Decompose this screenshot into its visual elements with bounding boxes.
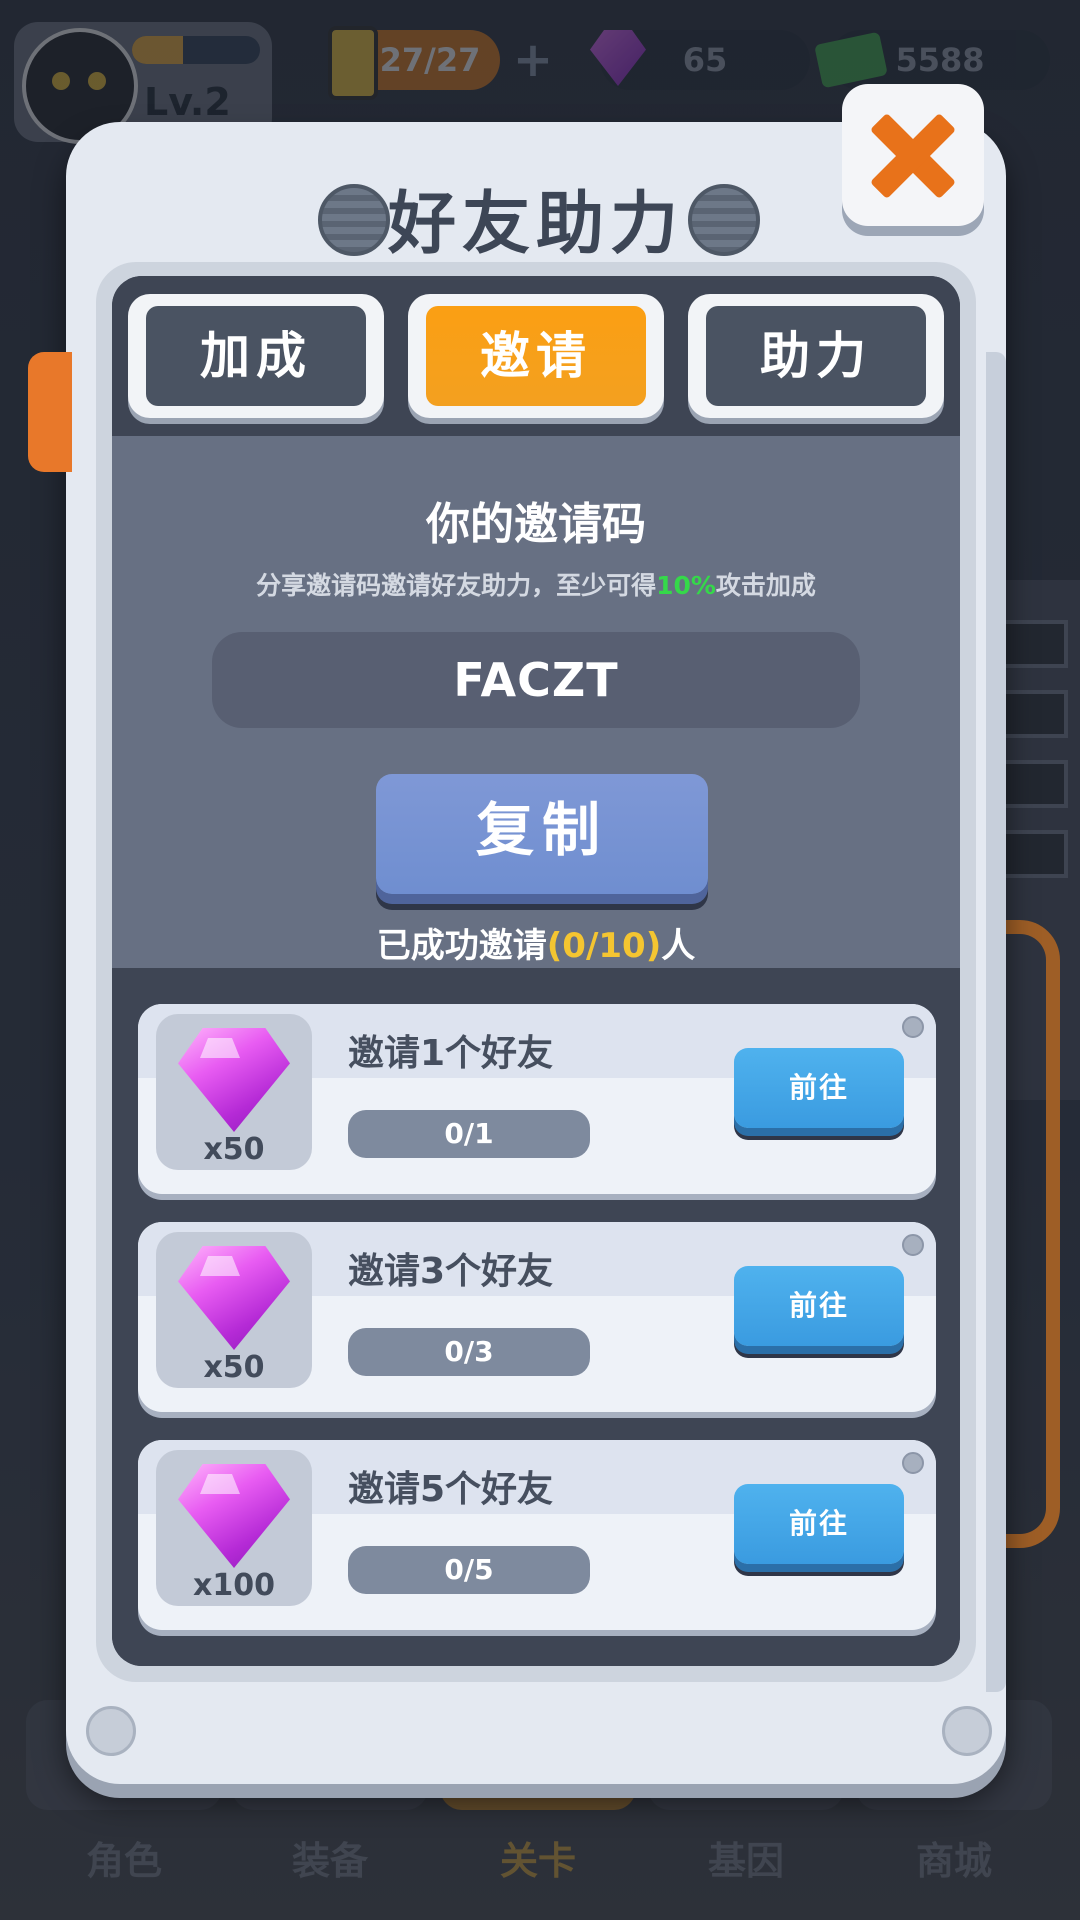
task-list: x50 邀请1个好友 0/1 前往 x50 邀请3个好友 0/3 前往 x100… [112,968,960,1666]
invite-section: 你的邀请码 分享邀请码邀请好友助力，至少可得10%攻击加成 FACZT 复制 已… [112,436,960,968]
reward-box: x50 [156,1014,312,1170]
card-dot [902,1234,924,1256]
task-progress-bar: 0/1 [348,1110,590,1158]
tab-invite[interactable]: 邀请 [408,294,664,418]
list-item: x50 邀请3个好友 0/3 前往 [138,1222,936,1412]
card-dot [902,1016,924,1038]
task-name: 邀请3个好友 [348,1251,554,1292]
invite-desc-suffix: 攻击加成 [715,571,816,600]
reward-box: x50 [156,1232,312,1388]
list-item: x100 邀请5个好友 0/5 前往 [138,1440,936,1630]
tab-assist[interactable]: 助力 [688,294,944,418]
invite-success-count: 已成功邀请(0/10)人 [112,918,960,967]
reward-amount: x100 [193,1568,275,1603]
dialog-panel-inner: 加成 邀请 助力 你的邀请码 分享邀请码邀请好友助力，至少可得10%攻击加成 F… [112,276,960,1666]
dialog-panel: 加成 邀请 助力 你的邀请码 分享邀请码邀请好友助力，至少可得10%攻击加成 F… [96,262,976,1682]
success-prefix: 已成功邀请 [376,926,547,966]
task-name: 邀请1个好友 [348,1033,554,1074]
invite-description: 分享邀请码邀请好友助力，至少可得10%攻击加成 [112,566,960,602]
copy-button[interactable]: 复制 [376,774,708,894]
reward-amount: x50 [203,1132,265,1167]
task-name: 邀请5个好友 [348,1469,554,1510]
go-button[interactable]: 前往 [734,1484,904,1564]
tab-invite-label: 邀请 [426,306,646,406]
dialog-rail [986,352,1006,1692]
list-item: x50 邀请1个好友 0/1 前往 [138,1004,936,1194]
go-button[interactable]: 前往 [734,1266,904,1346]
task-progress-bar: 0/5 [348,1546,590,1594]
invite-code-field[interactable]: FACZT [212,632,860,728]
task-progress-text: 0/3 [444,1335,494,1368]
tab-bonus-label: 加成 [146,306,366,406]
close-icon [842,84,984,226]
bolt-icon [942,1706,992,1756]
bolt-icon [688,184,760,256]
friend-assist-dialog: 好友助力 加成 邀请 助力 你的邀请码 分享邀请码邀请好友助力，至少可得10%攻… [28,122,1006,1784]
reward-box: x100 [156,1450,312,1606]
close-button[interactable] [842,84,984,226]
task-progress-text: 0/5 [444,1553,494,1586]
tab-assist-label: 助力 [706,306,926,406]
tab-bar: 加成 邀请 助力 [112,276,960,436]
reward-amount: x50 [203,1350,265,1385]
invite-desc-highlight: 10% [656,571,716,600]
success-count: (0/10) [546,926,662,966]
bolt-icon [86,1706,136,1756]
task-progress-text: 0/1 [444,1117,494,1150]
task-progress-bar: 0/3 [348,1328,590,1376]
success-suffix: 人 [661,926,696,966]
dialog-side-tab [28,352,72,472]
invite-code-heading: 你的邀请码 [426,499,646,550]
go-button[interactable]: 前往 [734,1048,904,1128]
card-dot [902,1452,924,1474]
tab-bonus[interactable]: 加成 [128,294,384,418]
invite-desc-prefix: 分享邀请码邀请好友助力，至少可得 [256,571,657,600]
